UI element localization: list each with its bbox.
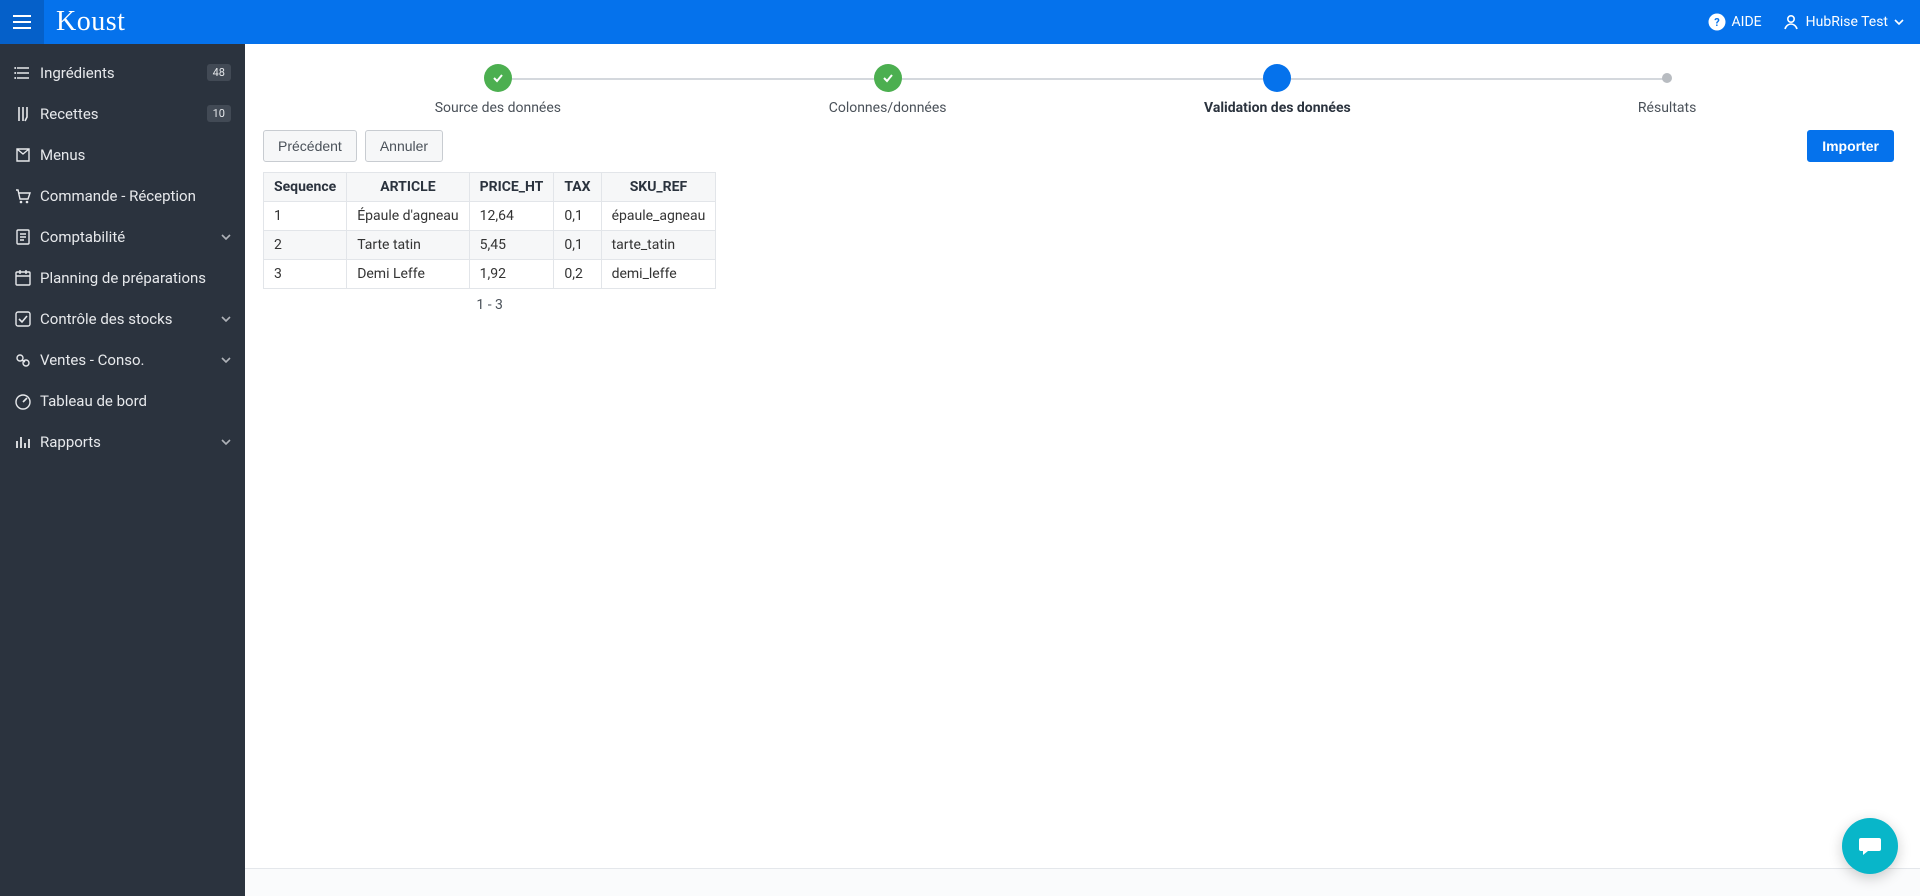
- sidebar-item-sales[interactable]: Ventes - Conso.: [0, 339, 245, 380]
- cell-sku-ref: demi_leffe: [601, 260, 716, 289]
- recipes-badge: 10: [207, 105, 231, 122]
- menus-icon: [14, 146, 32, 164]
- cell-sku-ref: épaule_agneau: [601, 202, 716, 231]
- sidebar-item-recipes[interactable]: Recettes 10: [0, 93, 245, 134]
- accounting-icon: [14, 228, 32, 246]
- footer: [245, 868, 1920, 896]
- help-icon: ?: [1708, 13, 1726, 31]
- sidebar-item-planning[interactable]: Planning de préparations: [0, 257, 245, 298]
- cell-article: Demi Leffe: [347, 260, 469, 289]
- chevron-down-icon: [221, 234, 231, 240]
- chat-icon: [1856, 832, 1884, 860]
- sidebar-item-label: Ingrédients: [40, 64, 207, 82]
- sidebar-item-label: Recettes: [40, 105, 207, 123]
- cell-tax: 0,1: [554, 202, 601, 231]
- sidebar-item-label: Rapports: [40, 433, 221, 451]
- cell-tax: 0,1: [554, 231, 601, 260]
- table-header-article: ARTICLE: [347, 173, 469, 202]
- sidebar-item-reports[interactable]: Rapports: [0, 421, 245, 462]
- wizard-step-2-dot: [874, 64, 902, 92]
- hamburger-icon: [13, 15, 31, 29]
- table-header-sku-ref: SKU_REF: [601, 173, 716, 202]
- menu-toggle-button[interactable]: [0, 0, 44, 44]
- dashboard-icon: [14, 392, 32, 410]
- user-name-label: HubRise Test: [1806, 14, 1888, 30]
- main-content: Source des données Colonnes/données Vali…: [245, 44, 1920, 896]
- chat-widget-button[interactable]: [1842, 818, 1898, 874]
- table-row: 3 Demi Leffe 1,92 0,2 demi_leffe: [264, 260, 716, 289]
- sidebar-item-accounting[interactable]: Comptabilité: [0, 216, 245, 257]
- check-icon: [881, 71, 895, 85]
- import-button[interactable]: Importer: [1807, 130, 1894, 162]
- cell-article: Tarte tatin: [347, 231, 469, 260]
- table-row: 2 Tarte tatin 5,45 0,1 tarte_tatin: [264, 231, 716, 260]
- sidebar-item-dashboard[interactable]: Tableau de bord: [0, 380, 245, 421]
- table-header-sequence: Sequence: [264, 173, 347, 202]
- cancel-button[interactable]: Annuler: [365, 130, 443, 162]
- sidebar-item-stock-control[interactable]: Contrôle des stocks: [0, 298, 245, 339]
- help-label: AIDE: [1732, 14, 1762, 30]
- sidebar-item-label: Planning de préparations: [40, 269, 231, 287]
- sidebar-item-label: Commande - Réception: [40, 187, 231, 205]
- stock-control-icon: [14, 310, 32, 328]
- wizard-step-4-dot: [1662, 73, 1672, 83]
- order-reception-icon: [14, 187, 32, 205]
- wizard-step-1-dot: [484, 64, 512, 92]
- cell-sequence: 1: [264, 202, 347, 231]
- cell-price-ht: 1,92: [469, 260, 554, 289]
- table-header-tax: TAX: [554, 173, 601, 202]
- sidebar-item-label: Ventes - Conso.: [40, 351, 221, 369]
- table-header-price-ht: PRICE_HT: [469, 173, 554, 202]
- toolbar: Précédent Annuler Importer: [263, 130, 1902, 162]
- wizard-step-2-label: Colonnes/données: [829, 100, 947, 116]
- cell-sequence: 3: [264, 260, 347, 289]
- user-menu[interactable]: HubRise Test: [1782, 13, 1904, 31]
- cell-price-ht: 5,45: [469, 231, 554, 260]
- user-icon: [1782, 13, 1800, 31]
- wizard-step-3-dot: [1263, 64, 1291, 92]
- chevron-down-icon: [221, 439, 231, 445]
- validation-table: Sequence ARTICLE PRICE_HT TAX SKU_REF 1 …: [263, 172, 716, 289]
- cell-price-ht: 12,64: [469, 202, 554, 231]
- sidebar-item-label: Menus: [40, 146, 231, 164]
- cell-sequence: 2: [264, 231, 347, 260]
- sidebar-item-label: Contrôle des stocks: [40, 310, 221, 328]
- sidebar-item-ingredients[interactable]: Ingrédients 48: [0, 52, 245, 93]
- cell-article: Épaule d'agneau: [347, 202, 469, 231]
- chevron-down-icon: [221, 316, 231, 322]
- chevron-down-icon: [221, 357, 231, 363]
- svg-text:?: ?: [1714, 16, 1720, 29]
- sidebar-item-label: Tableau de bord: [40, 392, 231, 410]
- help-link[interactable]: ? AIDE: [1708, 13, 1762, 31]
- table-header-row: Sequence ARTICLE PRICE_HT TAX SKU_REF: [264, 173, 716, 202]
- ingredients-icon: [14, 64, 32, 82]
- reports-icon: [14, 433, 32, 451]
- wizard-step-1-label: Source des données: [435, 100, 561, 116]
- wizard-step-3-label: Validation des données: [1204, 100, 1351, 116]
- table-pagination-label: 1 - 3: [263, 289, 716, 313]
- sidebar-item-menus[interactable]: Menus: [0, 134, 245, 175]
- wizard-stepper: Source des données Colonnes/données Vali…: [303, 64, 1862, 116]
- planning-icon: [14, 269, 32, 287]
- logo: Koust: [56, 6, 125, 38]
- previous-button[interactable]: Précédent: [263, 130, 357, 162]
- sales-icon: [14, 351, 32, 369]
- ingredients-badge: 48: [207, 64, 231, 81]
- check-icon: [491, 71, 505, 85]
- chevron-down-icon: [1894, 19, 1904, 25]
- table-row: 1 Épaule d'agneau 12,64 0,1 épaule_agnea…: [264, 202, 716, 231]
- recipes-icon: [14, 105, 32, 123]
- sidebar-item-label: Comptabilité: [40, 228, 221, 246]
- sidebar-item-order-reception[interactable]: Commande - Réception: [0, 175, 245, 216]
- sidebar: Ingrédients 48 Recettes 10 Menus Command…: [0, 44, 245, 896]
- topbar: Koust ? AIDE HubRise Test: [0, 0, 1920, 44]
- wizard-step-4-label: Résultats: [1638, 100, 1696, 116]
- cell-tax: 0,2: [554, 260, 601, 289]
- cell-sku-ref: tarte_tatin: [601, 231, 716, 260]
